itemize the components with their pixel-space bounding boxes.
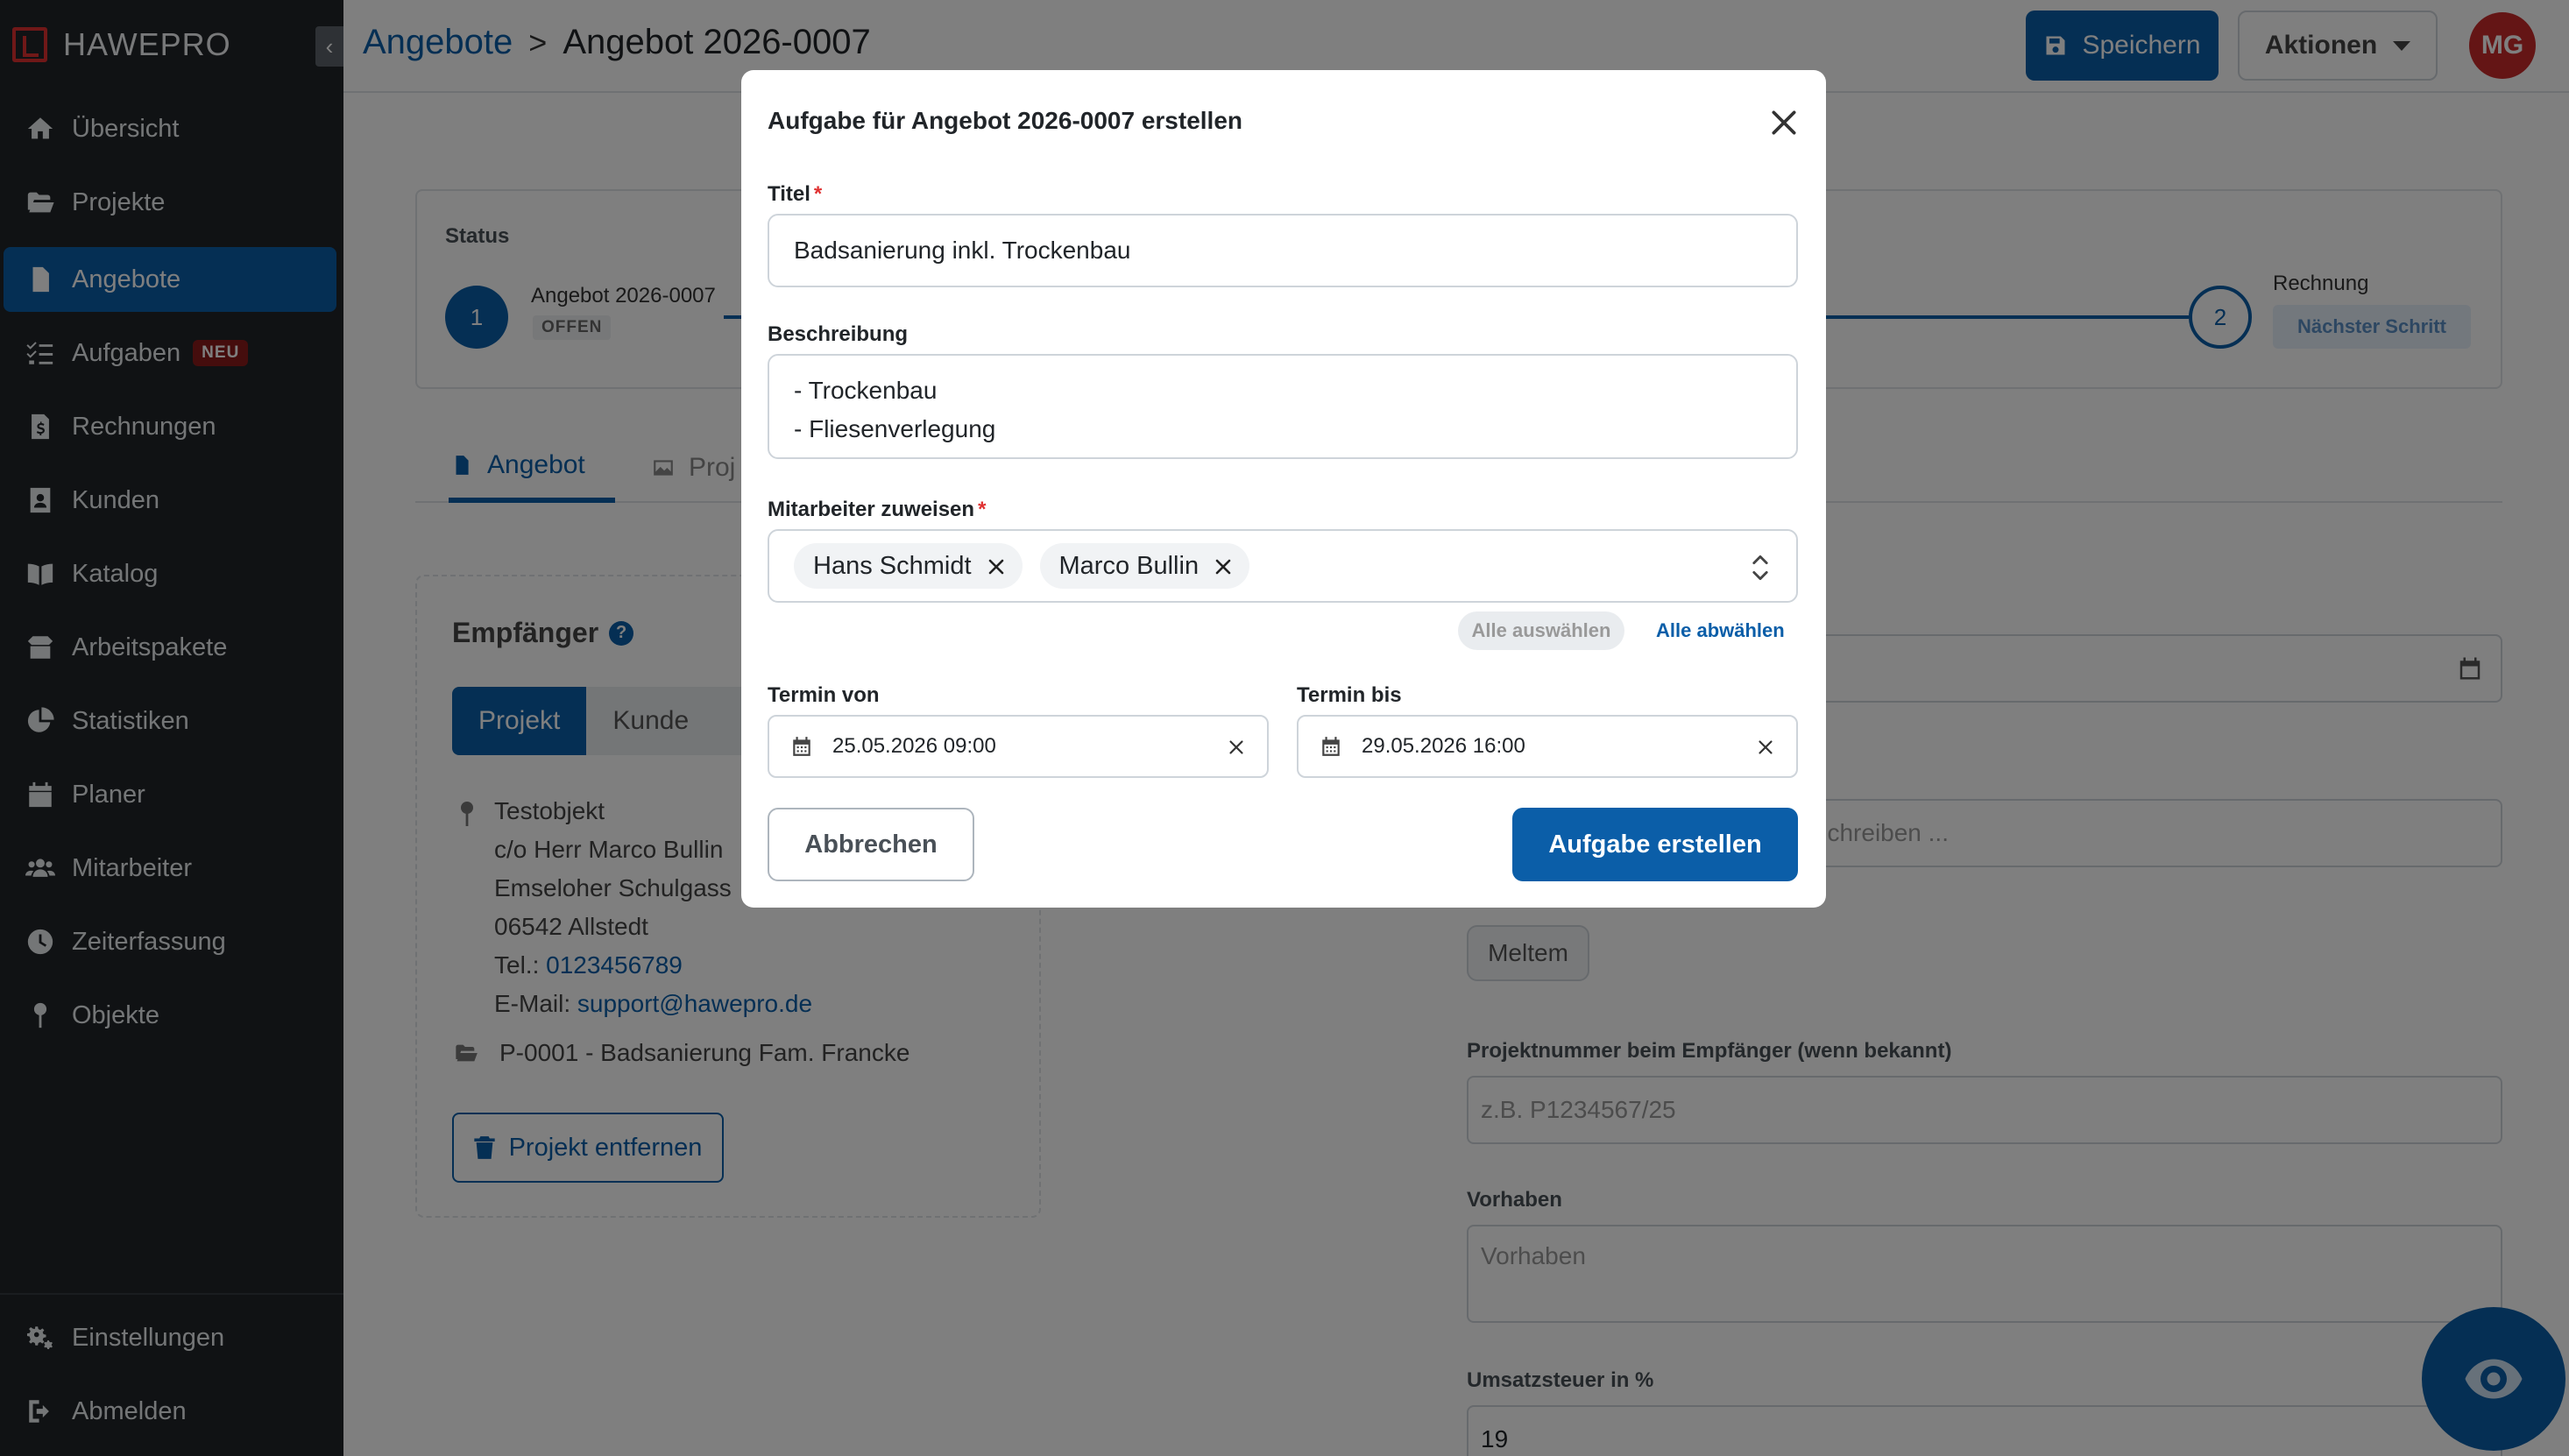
clear-icon[interactable] xyxy=(1225,736,1248,759)
remove-chip-icon[interactable] xyxy=(1213,555,1234,576)
title-input[interactable]: Badsanierung inkl. Trockenbau xyxy=(768,214,1798,287)
required-mark: * xyxy=(978,498,987,521)
date-from-input[interactable]: 25.05.2026 09:00 xyxy=(768,715,1269,778)
date-to-input[interactable]: 29.05.2026 16:00 xyxy=(1297,715,1798,778)
calendar-icon xyxy=(1320,734,1342,759)
title-label-text: Titel xyxy=(768,182,810,206)
assign-field-label: Mitarbeiter zuweisen * xyxy=(768,498,986,522)
assignee-chip: Hans Schmidt xyxy=(794,543,1023,589)
create-task-button[interactable]: Aufgabe erstellen xyxy=(1512,808,1798,881)
description-line: - Trockenbau xyxy=(794,377,938,404)
date-from-label: Termin von xyxy=(768,683,880,707)
assignee-chip-label: Marco Bullin xyxy=(1058,551,1200,580)
title-field-label: Titel * xyxy=(768,182,822,207)
deselect-all-button[interactable]: Alle abwählen xyxy=(1656,611,1785,650)
remove-chip-icon[interactable] xyxy=(986,555,1007,576)
description-line: - Silikonarbeiten xyxy=(794,449,1772,457)
create-task-dialog: Aufgabe für Angebot 2026-0007 erstellen … xyxy=(741,70,1826,908)
select-all-button[interactable]: Alle auswählen xyxy=(1458,611,1624,650)
chevron-up-down-icon[interactable] xyxy=(1751,552,1770,583)
date-to-value: 29.05.2026 16:00 xyxy=(1362,734,1525,758)
calendar-icon xyxy=(790,734,813,759)
close-icon[interactable] xyxy=(1766,105,1801,140)
assign-label-text: Mitarbeiter zuweisen xyxy=(768,498,975,521)
description-line: - Fliesenverlegung xyxy=(794,415,996,442)
cancel-button[interactable]: Abbrechen xyxy=(768,808,974,881)
description-field-label: Beschreibung xyxy=(768,322,909,346)
description-textarea[interactable]: - Trockenbau - Fliesenverlegung - Siliko… xyxy=(768,354,1798,459)
dialog-title: Aufgabe für Angebot 2026-0007 erstellen xyxy=(768,107,1243,134)
assignee-chip-label: Hans Schmidt xyxy=(813,551,972,580)
assignee-chip: Marco Bullin xyxy=(1039,543,1250,589)
date-from-value: 25.05.2026 09:00 xyxy=(832,734,996,758)
required-mark: * xyxy=(813,182,823,206)
assignee-multiselect[interactable]: Hans Schmidt Marco Bullin xyxy=(768,529,1798,603)
clear-icon[interactable] xyxy=(1754,736,1777,759)
date-to-label: Termin bis xyxy=(1297,683,1402,707)
